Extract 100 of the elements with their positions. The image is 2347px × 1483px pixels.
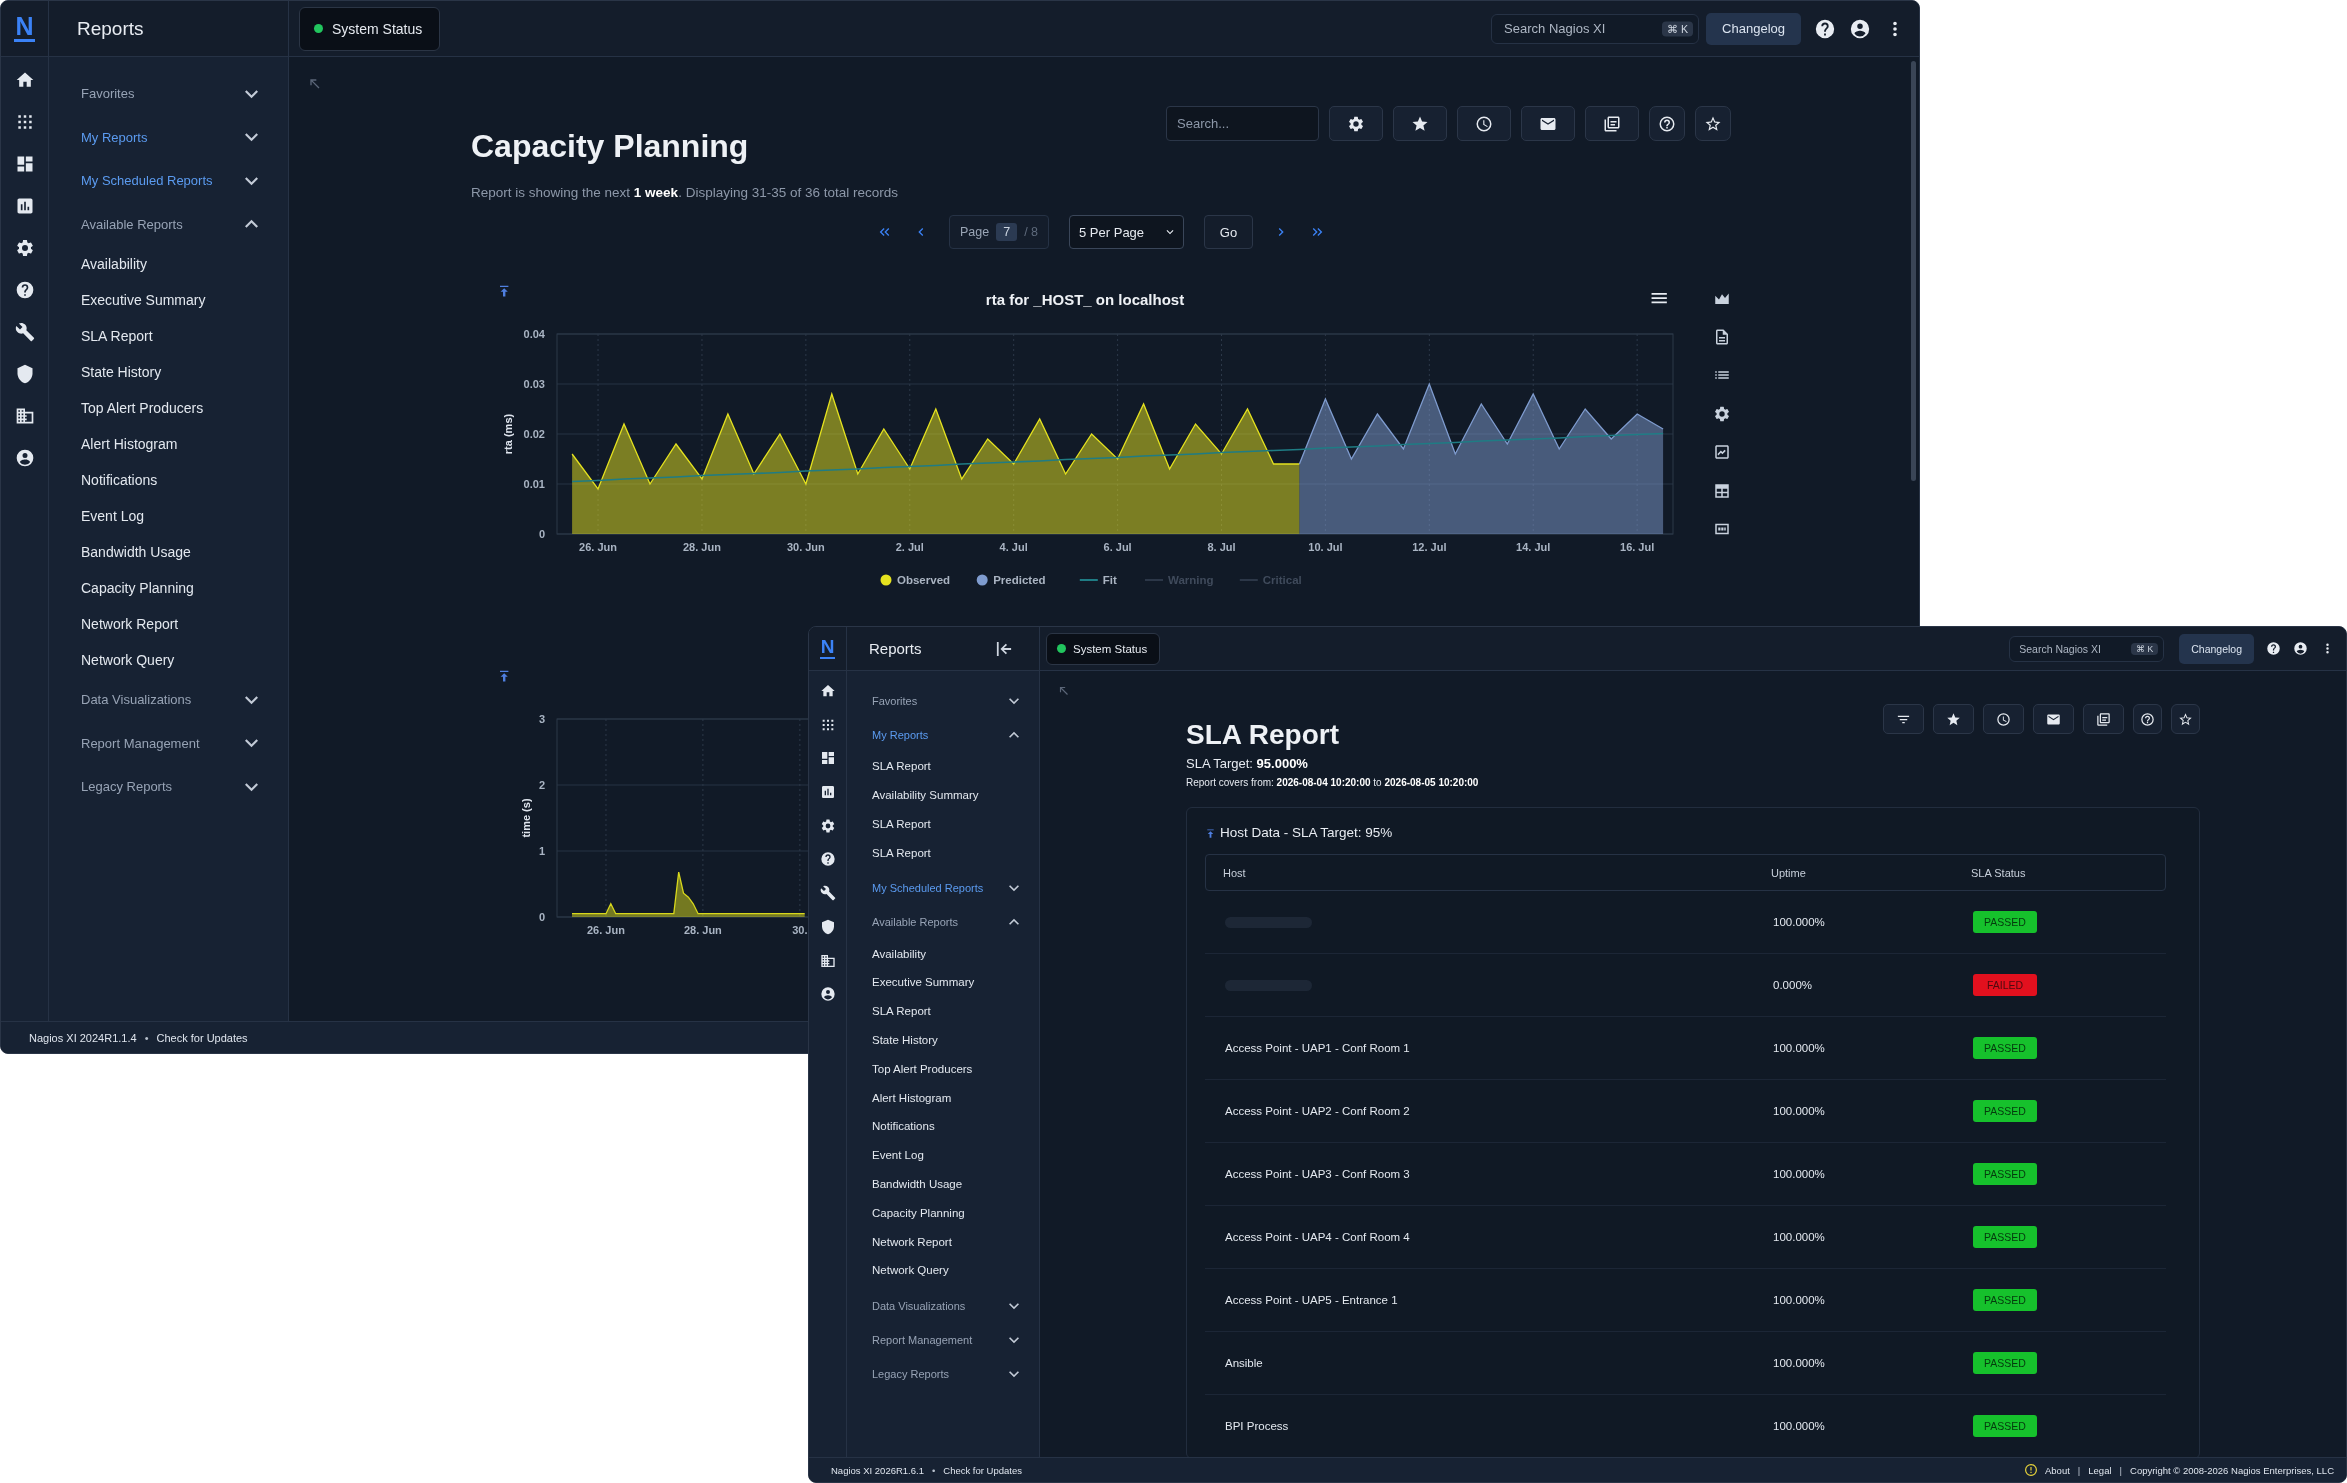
scrollbar[interactable]: [1911, 61, 1916, 481]
column-header[interactable]: SLA Status: [1971, 866, 2026, 879]
sidebar-group[interactable]: Data Visualizations: [81, 678, 258, 722]
sidebar-item[interactable]: Network Report: [872, 1227, 1019, 1256]
arrow-up-icon[interactable]: [1205, 828, 1216, 839]
bar-chart-icon[interactable]: [819, 784, 836, 801]
sidebar-item[interactable]: Availability Summary: [872, 780, 1019, 810]
legend-label[interactable]: Fit: [1102, 574, 1117, 586]
system-status-button[interactable]: System Status: [1046, 632, 1161, 665]
sidebar-item[interactable]: Alert Histogram: [81, 426, 258, 462]
help-icon[interactable]: [1814, 17, 1836, 40]
sidebar-item[interactable]: Event Log: [872, 1140, 1019, 1170]
menu-icon[interactable]: [1651, 293, 1667, 304]
help-button[interactable]: [2133, 704, 2162, 734]
home-icon[interactable]: [14, 70, 35, 90]
changelog-button[interactable]: Changelog: [1706, 12, 1801, 45]
go-button[interactable]: Go: [1204, 215, 1254, 249]
sidebar-item[interactable]: Network Query: [872, 1255, 1019, 1285]
search-field[interactable]: Search...: [1166, 106, 1319, 141]
wrench-icon[interactable]: [819, 885, 836, 902]
sidebar-group[interactable]: Report Management: [872, 1322, 1019, 1357]
sidebar-group[interactable]: Legacy Reports: [81, 765, 258, 809]
settings-icon[interactable]: [1713, 404, 1731, 423]
wrench-icon[interactable]: [14, 322, 35, 342]
help-button[interactable]: [1649, 106, 1685, 141]
sidebar-group[interactable]: Data Visualizations: [872, 1288, 1019, 1323]
help-icon[interactable]: [2266, 641, 2281, 656]
sidebar-item[interactable]: Availability: [81, 246, 258, 282]
home-icon[interactable]: [819, 683, 836, 699]
table-icon[interactable]: [1713, 481, 1731, 500]
sidebar-group[interactable]: Report Management: [81, 721, 258, 765]
help-icon[interactable]: [819, 851, 836, 868]
add-favorite-button[interactable]: [2171, 704, 2200, 734]
changelog-button[interactable]: Changelog: [2179, 633, 2254, 664]
column-header[interactable]: Uptime: [1771, 866, 1806, 879]
sidebar-item[interactable]: Network Query: [81, 642, 258, 678]
shield-icon[interactable]: [819, 918, 836, 935]
arrow-up-icon[interactable]: [500, 670, 509, 682]
logo[interactable]: N: [819, 637, 836, 659]
sidebar-item[interactable]: Alert Histogram: [872, 1083, 1019, 1112]
dashboard-icon[interactable]: [819, 750, 836, 767]
user-icon[interactable]: [2293, 641, 2308, 656]
legend-label[interactable]: Observed: [897, 574, 951, 586]
sidebar-group[interactable]: Available Reports: [81, 202, 258, 246]
sidebar-group[interactable]: My Scheduled Reports: [872, 871, 1019, 906]
footer-link[interactable]: Check for Updates: [156, 1031, 248, 1044]
footer-link[interactable]: About: [2045, 1464, 2070, 1476]
sidebar-item[interactable]: Top Alert Producers: [81, 390, 258, 426]
email-button[interactable]: [1521, 106, 1575, 141]
sidebar-item[interactable]: SLA Report: [872, 996, 1019, 1026]
logo[interactable]: N: [14, 14, 35, 43]
legend-label[interactable]: Predicted: [993, 574, 1046, 586]
favorite-button[interactable]: [1933, 704, 1974, 734]
sidebar-group[interactable]: Favorites: [872, 684, 1019, 718]
sidebar-item[interactable]: SLA Report: [872, 838, 1019, 868]
sidebar-item[interactable]: Top Alert Producers: [872, 1054, 1019, 1084]
schedule-button[interactable]: [1457, 106, 1511, 141]
sidebar-item[interactable]: Availability: [872, 939, 1019, 968]
footer-link[interactable]: Check for Updates: [943, 1464, 1022, 1476]
sidebar-group[interactable]: My Reports: [81, 115, 258, 159]
settings-icon[interactable]: [14, 238, 35, 258]
document-icon[interactable]: [1713, 327, 1731, 346]
favorite-button[interactable]: [1393, 106, 1447, 141]
settings-button[interactable]: [1329, 106, 1383, 141]
per-page-dropdown[interactable]: 5 Per Page: [1069, 215, 1185, 249]
email-button[interactable]: [2033, 704, 2074, 734]
sidebar-item[interactable]: Event Log: [81, 498, 258, 534]
building-icon[interactable]: [14, 406, 35, 426]
sidebar-item[interactable]: SLA Report: [872, 809, 1019, 839]
export-button[interactable]: [1585, 106, 1639, 141]
building-icon[interactable]: [819, 952, 836, 969]
system-status-button[interactable]: System Status: [299, 6, 441, 51]
sidebar-item[interactable]: Executive Summary: [872, 968, 1019, 997]
sidebar-group[interactable]: Available Reports: [872, 905, 1019, 940]
user-icon[interactable]: [14, 448, 35, 468]
page-number-field[interactable]: 7: [996, 223, 1018, 241]
help-icon[interactable]: [14, 280, 35, 300]
line-chart-icon[interactable]: [1713, 443, 1731, 461]
sidebar-item[interactable]: Notifications: [872, 1111, 1019, 1141]
sidebar-group[interactable]: My Reports: [872, 718, 1019, 752]
sidebar-item[interactable]: Capacity Planning: [872, 1198, 1019, 1228]
collapse-sidebar-icon[interactable]: [996, 640, 1012, 657]
sidebar-item[interactable]: Network Report: [81, 606, 258, 642]
sidebar-item[interactable]: Bandwidth Usage: [81, 534, 258, 570]
sidebar-item[interactable]: SLA Report: [872, 752, 1019, 781]
user-icon[interactable]: [1849, 17, 1871, 40]
sidebar-item[interactable]: State History: [872, 1025, 1019, 1055]
footer-link[interactable]: Legal: [2088, 1464, 2112, 1476]
settings-icon[interactable]: [819, 817, 836, 834]
alert-icon[interactable]: [2025, 1464, 2037, 1476]
column-header[interactable]: Host: [1223, 866, 1246, 879]
user-icon[interactable]: [819, 986, 836, 1003]
sidebar-item[interactable]: Bandwidth Usage: [872, 1169, 1019, 1199]
sidebar-item[interactable]: Executive Summary: [81, 282, 258, 318]
sidebar-item[interactable]: State History: [81, 354, 258, 390]
schedule-button[interactable]: [1983, 704, 2024, 734]
sidebar-item[interactable]: Notifications: [81, 462, 258, 498]
sidebar-group[interactable]: My Scheduled Reports: [81, 159, 258, 203]
sidebar-group[interactable]: Legacy Reports: [872, 1356, 1019, 1391]
add-favorite-button[interactable]: [1695, 106, 1731, 141]
